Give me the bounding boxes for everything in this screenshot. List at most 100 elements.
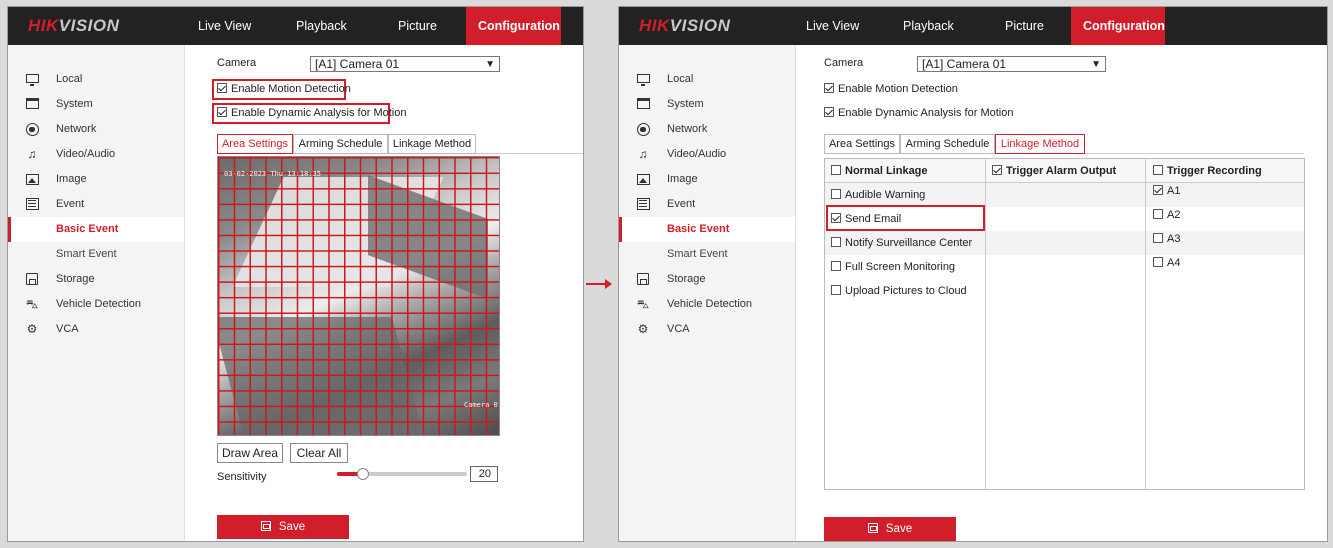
save-button[interactable]: Save bbox=[824, 517, 956, 541]
camera-label: Camera bbox=[217, 57, 257, 69]
image-icon bbox=[25, 173, 39, 186]
motion-area-grid[interactable] bbox=[218, 157, 499, 435]
calendar-icon bbox=[25, 198, 39, 211]
chevron-down-icon: ▼ bbox=[1091, 59, 1101, 70]
sensitivity-slider[interactable] bbox=[337, 468, 467, 480]
normal-linkage-item[interactable]: Notify Surveillance Center bbox=[831, 231, 972, 255]
sidebar-item-vehicle-detection[interactable]: ⛍ Vehicle Detection bbox=[619, 292, 795, 317]
checkbox[interactable] bbox=[1153, 233, 1163, 243]
tab-arming-schedule[interactable]: Arming Schedule bbox=[900, 134, 995, 154]
nav-configuration[interactable]: Configuration bbox=[466, 7, 561, 45]
checkbox-checked[interactable] bbox=[824, 107, 834, 117]
recording-channel-item[interactable]: A2 bbox=[1153, 203, 1180, 227]
sidebar-item-smart-event[interactable]: Smart Event bbox=[619, 242, 795, 267]
sidebar-item-vca[interactable]: ⚙ VCA bbox=[8, 317, 184, 342]
window-icon bbox=[636, 98, 650, 111]
sidebar-item-basic-event[interactable]: Basic Event bbox=[619, 217, 795, 242]
sidebar-item-event[interactable]: Event bbox=[619, 192, 795, 217]
sidebar-item-vca[interactable]: ⚙ VCA bbox=[619, 317, 795, 342]
recording-channel-item[interactable]: A1 bbox=[1153, 179, 1180, 203]
nav-playback[interactable]: Playback bbox=[284, 7, 359, 45]
checkbox[interactable] bbox=[1153, 165, 1163, 175]
video-preview[interactable]: 03-02-2023 Thu 13:18:35 Camera 01 bbox=[217, 156, 500, 436]
sidebar-item-local[interactable]: Local bbox=[8, 67, 184, 92]
checkbox-checked[interactable] bbox=[217, 83, 227, 93]
sidebar-item-storage[interactable]: Storage bbox=[619, 267, 795, 292]
sidebar-item-video-audio[interactable]: ♫ Video/Audio bbox=[8, 142, 184, 167]
normal-linkage-header[interactable]: Normal Linkage bbox=[831, 165, 928, 177]
normal-linkage-item[interactable]: Upload Pictures to Cloud bbox=[831, 279, 967, 303]
enable-dynamic-checkbox[interactable]: Enable Dynamic Analysis for Motion bbox=[824, 107, 1013, 119]
sidebar-item-local[interactable]: Local bbox=[619, 67, 795, 92]
checkbox-checked[interactable] bbox=[1153, 185, 1163, 195]
sidebar-item-vehicle-detection[interactable]: ⛍ Vehicle Detection bbox=[8, 292, 184, 317]
checkbox[interactable] bbox=[831, 165, 841, 175]
camera-select[interactable]: [A1] Camera 01 ▼ bbox=[917, 56, 1106, 72]
calendar-icon bbox=[636, 198, 650, 211]
recording-channel-item[interactable]: A4 bbox=[1153, 251, 1180, 275]
checkbox[interactable] bbox=[831, 261, 841, 271]
disk-icon bbox=[636, 273, 650, 286]
arrow-right-icon bbox=[586, 279, 612, 289]
checkbox-checked[interactable] bbox=[992, 165, 1002, 175]
nav-configuration[interactable]: Configuration bbox=[1071, 7, 1165, 45]
enable-motion-checkbox[interactable]: Enable Motion Detection bbox=[824, 83, 958, 95]
sidebar-item-image[interactable]: Image bbox=[619, 167, 795, 192]
checkbox[interactable] bbox=[831, 285, 841, 295]
normal-linkage-item[interactable]: Full Screen Monitoring bbox=[831, 255, 955, 279]
sidebar-item-network[interactable]: Network bbox=[619, 117, 795, 142]
checkbox[interactable] bbox=[1153, 209, 1163, 219]
vca-icon: ⚙ bbox=[637, 322, 649, 336]
tab-arming-schedule[interactable]: Arming Schedule bbox=[293, 134, 388, 154]
video-audio-icon: ♫ bbox=[27, 147, 37, 161]
disk-icon bbox=[25, 273, 39, 286]
tab-area-settings[interactable]: Area Settings bbox=[824, 134, 900, 154]
sidebar-item-system[interactable]: System bbox=[619, 92, 795, 117]
trigger-recording-header[interactable]: Trigger Recording bbox=[1153, 165, 1262, 177]
osd-timestamp: 03-02-2023 Thu 13:18:35 bbox=[224, 170, 321, 178]
checkbox-checked[interactable] bbox=[217, 107, 227, 117]
checkbox[interactable] bbox=[831, 237, 841, 247]
sidebar-item-smart-event[interactable]: Smart Event bbox=[8, 242, 184, 267]
tab-linkage-method[interactable]: Linkage Method bbox=[995, 134, 1085, 154]
nav-live-view[interactable]: Live View bbox=[186, 7, 263, 45]
save-button[interactable]: Save bbox=[217, 515, 349, 539]
sidebar-item-storage[interactable]: Storage bbox=[8, 267, 184, 292]
tab-area-settings[interactable]: Area Settings bbox=[217, 134, 293, 154]
sidebar: Local System Network ♫ Video/Audio Image … bbox=[8, 45, 185, 541]
draw-area-button[interactable]: Draw Area bbox=[217, 443, 283, 463]
nav-live-view[interactable]: Live View bbox=[794, 7, 871, 45]
checkbox[interactable] bbox=[1153, 257, 1163, 267]
checkbox[interactable] bbox=[831, 189, 841, 199]
nav-picture[interactable]: Picture bbox=[386, 7, 449, 45]
trigger-alarm-output-header[interactable]: Trigger Alarm Output bbox=[992, 165, 1116, 177]
camera-select[interactable]: [A1] Camera 01 ▼ bbox=[310, 56, 500, 72]
globe-icon bbox=[25, 123, 39, 136]
sidebar-item-system[interactable]: System bbox=[8, 92, 184, 117]
sensitivity-label: Sensitivity bbox=[217, 471, 267, 483]
tab-linkage-method[interactable]: Linkage Method bbox=[388, 134, 476, 154]
clear-all-button[interactable]: Clear All bbox=[290, 443, 348, 463]
sidebar-item-image[interactable]: Image bbox=[8, 167, 184, 192]
floppy-icon bbox=[260, 521, 271, 531]
sidebar-item-network[interactable]: Network bbox=[8, 117, 184, 142]
checkbox-checked[interactable] bbox=[824, 83, 834, 93]
sidebar-item-event[interactable]: Event bbox=[8, 192, 184, 217]
nav-picture[interactable]: Picture bbox=[993, 7, 1056, 45]
sidebar-item-video-audio[interactable]: ♫ Video/Audio bbox=[619, 142, 795, 167]
sensitivity-knob[interactable] bbox=[357, 468, 369, 480]
image-icon bbox=[636, 173, 650, 186]
nav-playback[interactable]: Playback bbox=[891, 7, 966, 45]
vehicle-search-icon: ⛍ bbox=[25, 297, 39, 311]
config-panel-area-settings: HIKVISION Live View Playback Picture Con… bbox=[7, 6, 584, 542]
config-panel-linkage-method: HIKVISION Live View Playback Picture Con… bbox=[618, 6, 1328, 542]
recording-channel-item[interactable]: A3 bbox=[1153, 227, 1180, 251]
enable-dynamic-checkbox[interactable]: Enable Dynamic Analysis for Motion bbox=[217, 107, 406, 119]
vca-icon: ⚙ bbox=[26, 322, 38, 336]
sidebar-item-basic-event[interactable]: Basic Event bbox=[8, 217, 184, 242]
normal-linkage-item[interactable]: Audible Warning bbox=[831, 183, 925, 207]
enable-motion-checkbox[interactable]: Enable Motion Detection bbox=[217, 83, 351, 95]
sensitivity-value[interactable]: 20 bbox=[470, 466, 498, 482]
camera-label: Camera bbox=[824, 57, 864, 69]
main-content: Camera [A1] Camera 01 ▼ Enable Motion Det… bbox=[186, 45, 583, 541]
